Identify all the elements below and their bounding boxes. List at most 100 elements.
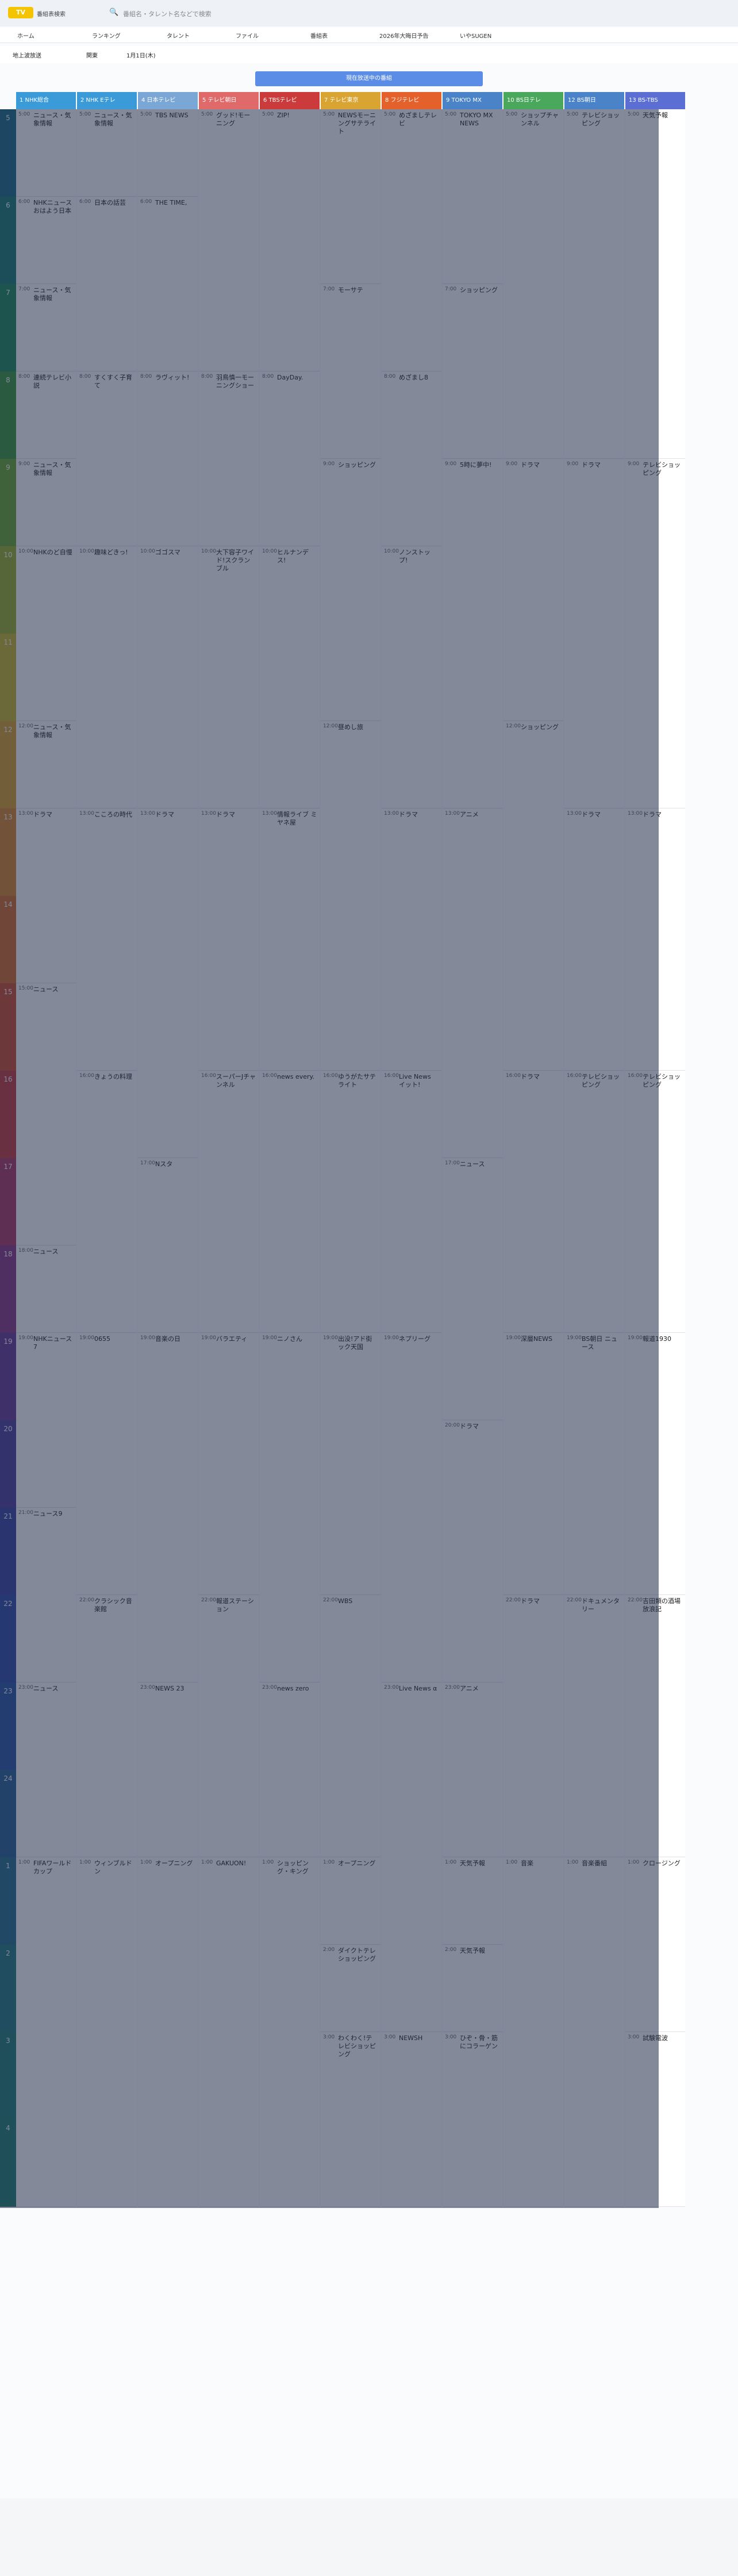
program-cell[interactable]: 5:00 グッド!モーニング [199, 109, 259, 371]
program-cell[interactable]: 8:00 連続テレビ小説 [16, 371, 76, 459]
program-cell[interactable]: 16:00 スーパーJチャンネル [199, 1071, 259, 1333]
program-cell[interactable]: 17:00 Nスタ [138, 1158, 198, 1333]
program-cell[interactable]: 6:00 NHKニュース おはよう日本 [16, 197, 76, 284]
program-cell[interactable]: 1:00 オープニング [321, 1857, 380, 1945]
program-cell[interactable]: 5:00 天気予報 [625, 109, 685, 459]
program-cell[interactable]: 15:00 ニュース [16, 983, 76, 1245]
program-cell[interactable]: 13:00 アニメ [443, 808, 502, 1158]
channel-header[interactable]: 6 TBSテレビ [260, 92, 320, 109]
program-cell[interactable]: 23:00 news zero [260, 1682, 320, 1857]
program-cell[interactable]: 1:00 オープニング [138, 1857, 198, 2207]
program-cell[interactable]: 19:00 音楽の日 [138, 1333, 198, 1682]
program-cell[interactable]: 5:00 TBS NEWS [138, 109, 198, 197]
channel-header[interactable]: 5 テレビ朝日 [199, 92, 259, 109]
program-cell[interactable]: 13:00 ドラマ [625, 808, 685, 1071]
program-cell[interactable]: 16:00 テレビショッピング [564, 1071, 624, 1333]
program-cell[interactable]: 8:00 ラヴィット! [138, 371, 198, 546]
program-cell[interactable]: 16:00 きょうの料理 [77, 1071, 137, 1333]
program-cell[interactable]: 1:00 ウィンブルドン [77, 1857, 137, 2207]
program-cell[interactable]: 12:00 ニュース・気象情報 [16, 721, 76, 808]
program-cell[interactable]: 10:00 趣味どきっ! [77, 546, 137, 808]
program-cell[interactable]: 3:00 わくわく!テレビショッピング [321, 2032, 380, 2207]
program-cell[interactable]: 1:00 天気予報 [443, 1857, 502, 1945]
program-cell[interactable]: 1:00 GAKUON! [199, 1857, 259, 2207]
site-logo[interactable]: TV [8, 7, 33, 18]
program-cell[interactable]: 19:00 ニノさん [260, 1333, 320, 1682]
program-cell[interactable]: 20:00 ドラマ [443, 1420, 502, 1682]
program-cell[interactable]: 8:00 めざまし8 [382, 371, 441, 546]
program-cell[interactable]: 22:00 吉田類の酒場放浪記 [625, 1595, 685, 1857]
program-cell[interactable]: 19:00 出没!アド街ック天国 [321, 1333, 380, 1595]
program-cell[interactable]: 5:00 めざましテレビ [382, 109, 441, 371]
program-cell[interactable]: 16:00 テレビショッピング [625, 1071, 685, 1333]
program-cell[interactable]: 7:00 モーサテ [321, 284, 380, 459]
program-cell[interactable]: 13:00 ドラマ [382, 808, 441, 1071]
program-cell[interactable]: 23:00 ニュース [16, 1682, 76, 1857]
program-cell[interactable]: 5:00 ニュース・気象情報 [16, 109, 76, 197]
program-cell[interactable]: 1:00 音楽 [503, 1857, 563, 2207]
program-cell[interactable]: 22:00 ドラマ [503, 1595, 563, 1857]
now-airing-button[interactable]: 現在放送中の番組 [255, 71, 483, 86]
program-cell[interactable]: 22:00 WBS [321, 1595, 380, 1857]
program-cell[interactable]: 23:00 アニメ [443, 1682, 502, 1857]
nav-talent[interactable]: タレント [167, 31, 190, 40]
program-cell[interactable]: 3:00 ひぞ・骨・筋にコラーゲン [443, 2032, 502, 2207]
program-cell[interactable]: 19:00 NHKニュース7 [16, 1333, 76, 1508]
search-box[interactable]: 🔍 番組名・タレント名などで検索 [109, 7, 454, 20]
program-cell[interactable]: 9:00 5時に夢中! [443, 459, 502, 808]
area-dropdown[interactable]: 地上波放送 [13, 51, 41, 59]
nav-schedule[interactable]: 番組表 [310, 31, 328, 40]
program-cell[interactable]: 16:00 news every. [260, 1071, 320, 1333]
program-cell[interactable]: 1:00 クロージング [625, 1857, 685, 2032]
program-cell[interactable]: 6:00 日本の話芸 [77, 197, 137, 371]
program-cell[interactable]: 8:00 羽鳥慎一モーニングショー [199, 371, 259, 546]
nav-other[interactable]: いやSUGEN [460, 31, 491, 40]
nav-home[interactable]: ホーム [17, 31, 34, 40]
program-cell[interactable]: 7:00 ニュース・気象情報 [16, 284, 76, 371]
channel-header[interactable]: 2 NHK Eテレ [77, 92, 137, 109]
program-cell[interactable]: 7:00 ショッピング [443, 284, 502, 459]
program-cell[interactable]: 2:00 ダイクトテレショッピング [321, 1945, 380, 2032]
program-cell[interactable]: 23:00 Live News α [382, 1682, 441, 2032]
channel-header[interactable]: 10 BS日テレ [503, 92, 563, 109]
program-cell[interactable]: 2:00 天気予報 [443, 1945, 502, 2032]
program-cell[interactable]: 1:00 FIFAワールドカップ [16, 1857, 76, 2207]
program-cell[interactable]: 9:00 ショッピング [321, 459, 380, 721]
program-cell[interactable]: 12:00 昼めし旅 [321, 721, 380, 1071]
program-cell[interactable]: 19:00 深層NEWS [503, 1333, 563, 1595]
program-cell[interactable]: 13:00 情報ライブ ミヤネ屋 [260, 808, 320, 1071]
program-cell[interactable]: 9:00 ニュース・気象情報 [16, 459, 76, 546]
nav-file[interactable]: ファイル [236, 31, 259, 40]
program-cell[interactable]: 5:00 ZIP! [260, 109, 320, 371]
program-cell[interactable]: 10:00 ゴゴスマ [138, 546, 198, 808]
program-cell[interactable]: 23:00 NEWS 23 [138, 1682, 198, 1857]
program-cell[interactable]: 17:00 ニュース [443, 1158, 502, 1420]
program-cell[interactable]: 8:00 DayDay. [260, 371, 320, 546]
program-cell[interactable]: 3:00 試験電波 [625, 2032, 685, 2207]
channel-header[interactable]: 8 フジテレビ [382, 92, 441, 109]
program-cell[interactable]: 19:00 報道1930 [625, 1333, 685, 1595]
program-cell[interactable]: 5:00 ニュース・気象情報 [77, 109, 137, 197]
program-cell[interactable]: 13:00 ドラマ [138, 808, 198, 1158]
program-cell[interactable]: 16:00 Live News イット! [382, 1071, 441, 1333]
program-cell[interactable]: 9:00 ドラマ [503, 459, 563, 721]
channel-header[interactable]: 1 NHK総合 [16, 92, 76, 109]
program-cell[interactable]: 19:00 ネプリーグ [382, 1333, 441, 1682]
channel-header[interactable]: 7 テレビ東京 [321, 92, 380, 109]
program-cell[interactable]: 5:00 ショップチャンネル [503, 109, 563, 459]
program-cell[interactable]: 22:00 クラシック音楽館 [77, 1595, 137, 1857]
region-dropdown[interactable]: 関東 [86, 51, 98, 59]
program-cell[interactable]: 13:00 ドラマ [199, 808, 259, 1071]
program-cell[interactable]: 8:00 すくすく子育て [77, 371, 137, 546]
program-cell[interactable]: 22:00 ドキュメンタリー [564, 1595, 624, 1857]
program-cell[interactable]: 22:00 報道ステーション [199, 1595, 259, 1857]
date-dropdown[interactable]: 1月1日(木) [126, 51, 156, 59]
channel-header[interactable]: 13 BS-TBS [625, 92, 685, 109]
program-cell[interactable]: 10:00 ヒルナンデス! [260, 546, 320, 808]
program-cell[interactable]: 10:00 大下容子ワイド!スクランブル [199, 546, 259, 808]
nav-ranking[interactable]: ランキング [92, 31, 121, 40]
channel-header[interactable]: 9 TOKYO MX [443, 92, 502, 109]
program-cell[interactable]: 16:00 ドラマ [503, 1071, 563, 1333]
program-cell[interactable]: 18:00 ニュース [16, 1245, 76, 1333]
program-cell[interactable]: 1:00 音楽番組 [564, 1857, 624, 2207]
